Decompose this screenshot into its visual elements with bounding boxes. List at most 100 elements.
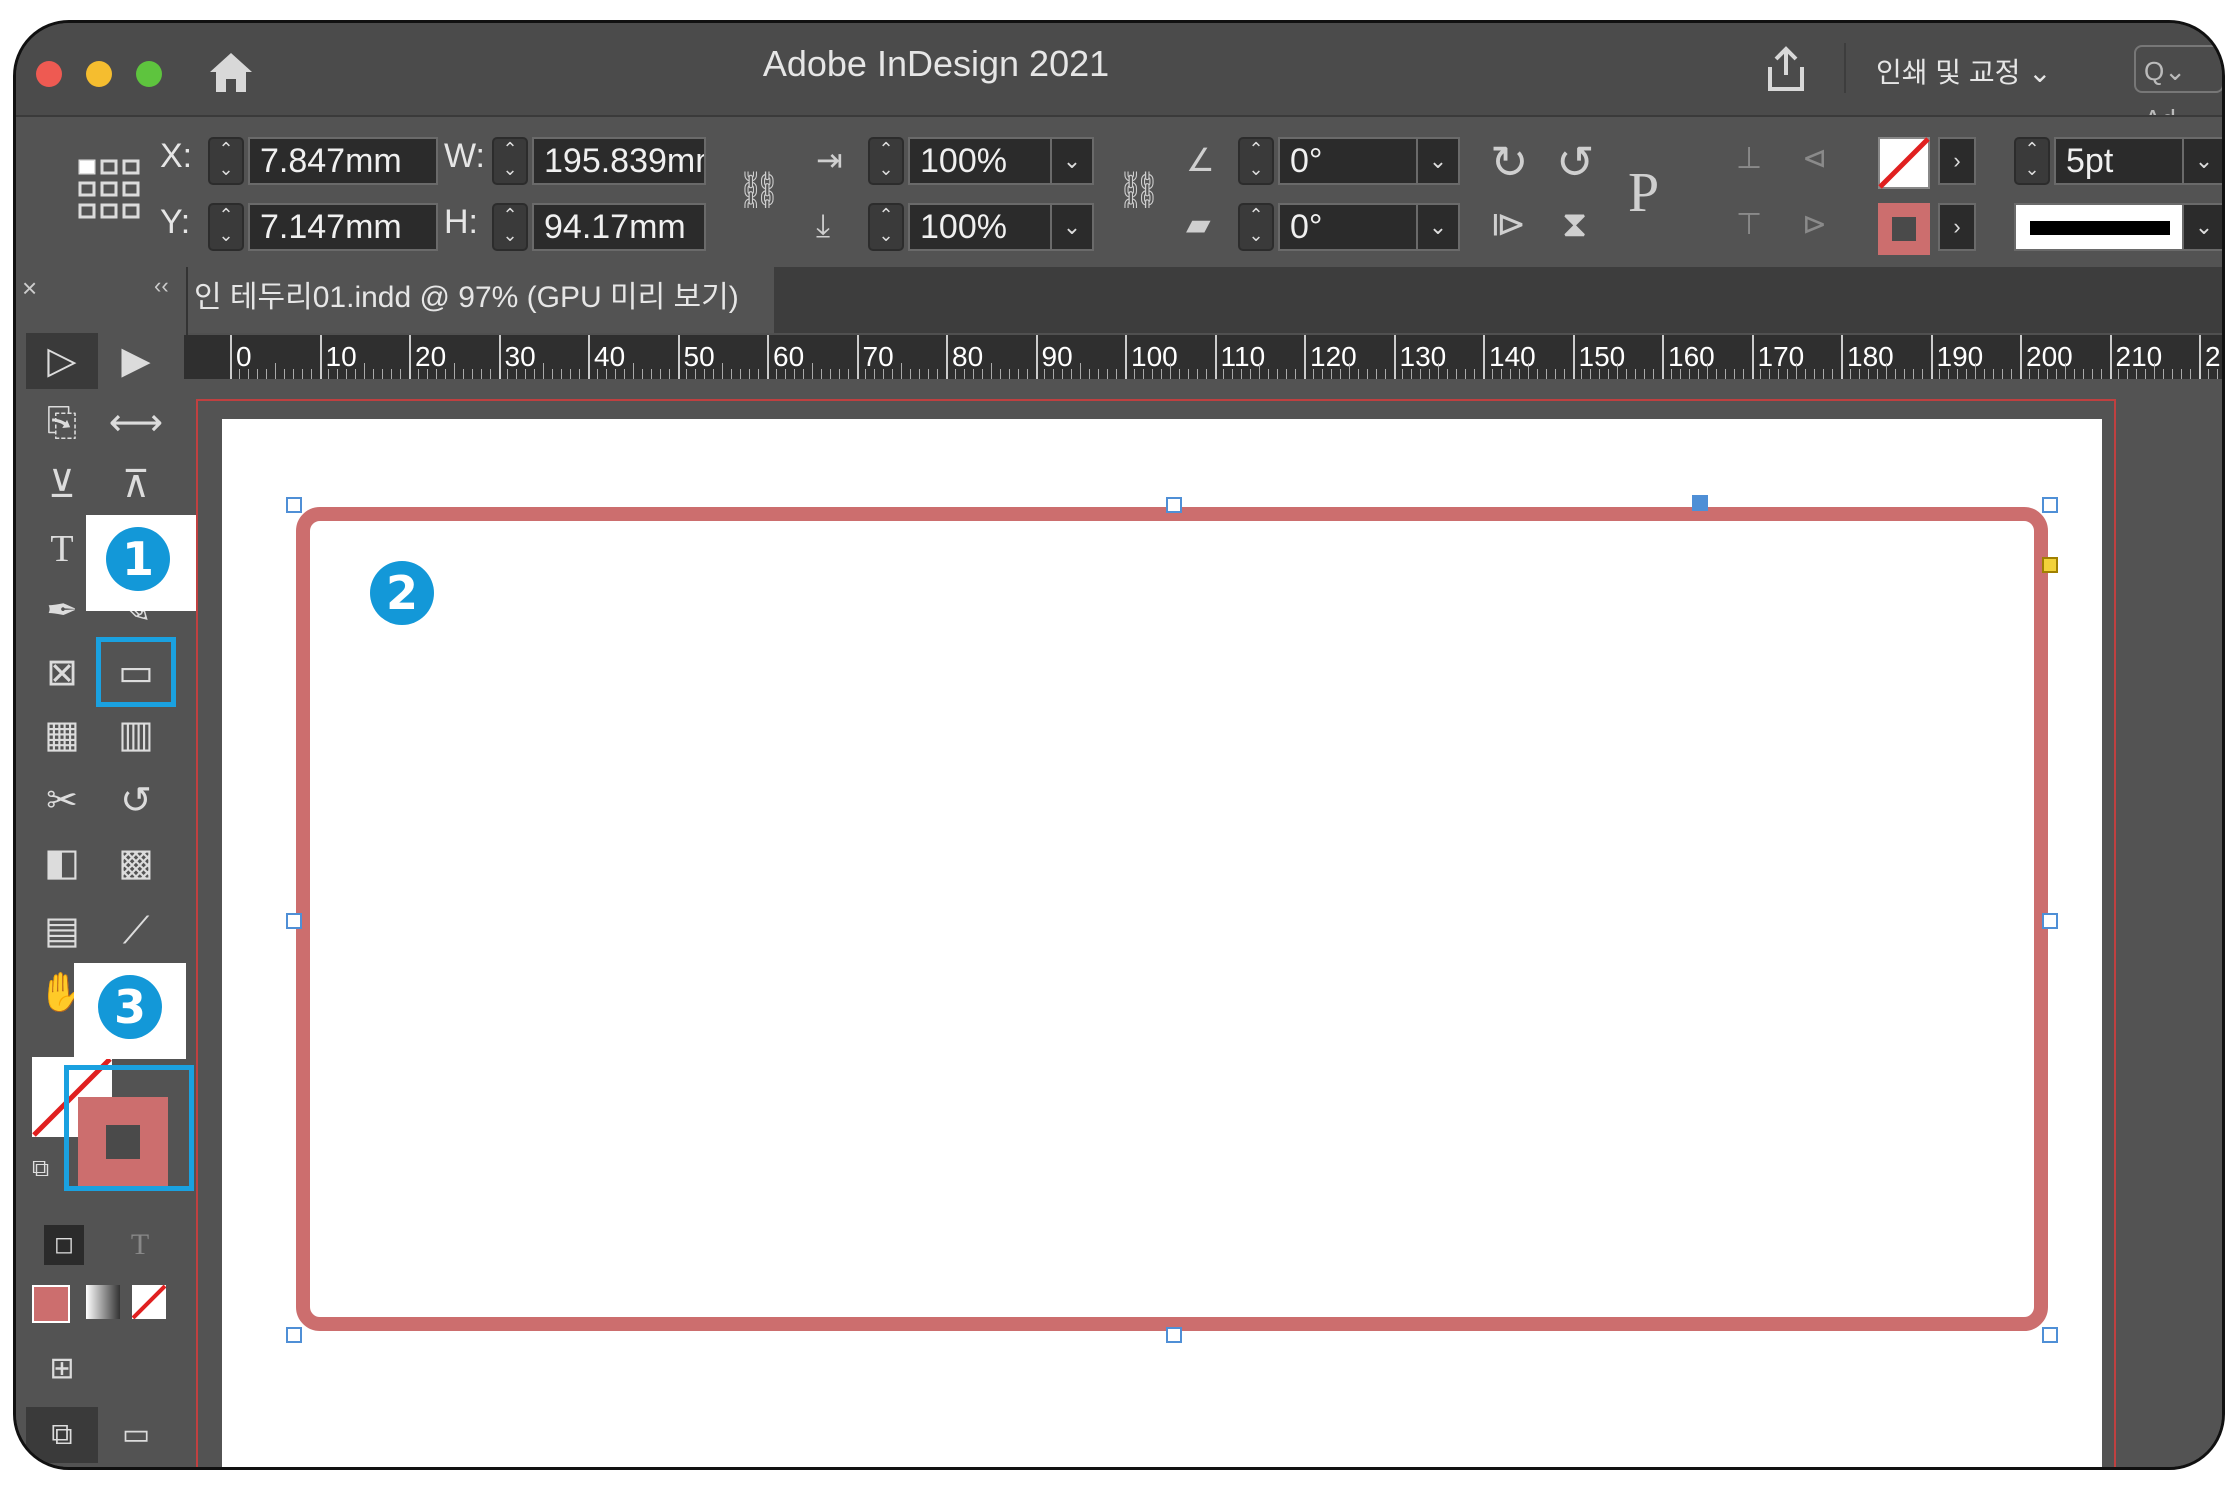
handle-bottom-middle[interactable]	[1166, 1327, 1182, 1343]
eyedropper-tool-icon[interactable]: ⟋	[106, 905, 166, 957]
ruler-minor-tick	[2091, 369, 2093, 379]
scale-x-stepper[interactable]: ⌃ ⌄	[868, 137, 904, 185]
fill-menu-button[interactable]: ›	[1938, 137, 1976, 185]
close-panel-icon[interactable]: ×	[22, 273, 37, 304]
gradient-swatch-tool-icon[interactable]: ◧	[32, 837, 92, 889]
rotation-dropdown[interactable]: ⌄	[1416, 137, 1460, 185]
shear-field[interactable]: 0°	[1278, 203, 1418, 251]
paragraph-style-icon[interactable]: P	[1628, 161, 1659, 225]
stroke-weight-field[interactable]: 5pt	[2054, 137, 2184, 185]
stroke-type-field[interactable]	[2014, 203, 2184, 251]
ruler-minor-tick	[561, 369, 563, 379]
default-fill-stroke-icon[interactable]: ⧉	[32, 1155, 49, 1183]
apply-color-icon[interactable]	[32, 1285, 70, 1323]
ruler-minor-tick	[1044, 369, 1046, 379]
gap-tool-icon[interactable]: ⟷	[106, 397, 166, 449]
grid-tool-icon[interactable]: ▥	[106, 709, 166, 761]
handle-bottom-left[interactable]	[286, 1327, 302, 1343]
page-tool-icon[interactable]: ⎘	[32, 397, 92, 449]
w-stepper[interactable]: ⌃ ⌄	[492, 137, 528, 185]
x-stepper[interactable]: ⌃ ⌄	[208, 137, 244, 185]
stroke-weight-dropdown[interactable]: ⌄	[2182, 137, 2222, 185]
stroke-swatch[interactable]	[1878, 203, 1930, 255]
handle-middle-right[interactable]	[2042, 913, 2058, 929]
share-icon[interactable]	[1764, 45, 1808, 93]
scale-y-dropdown[interactable]: ⌄	[1050, 203, 1094, 251]
type-tool-icon[interactable]: T	[32, 523, 92, 575]
flip-vertical-icon[interactable]: ⧗	[1562, 203, 1587, 246]
rotate-counterclockwise-icon[interactable]: ↺	[1556, 135, 1595, 189]
rectangle-frame-tool-icon[interactable]: ⊠	[32, 647, 92, 699]
shear-stepper[interactable]: ⌃ ⌄	[1238, 203, 1274, 251]
handle-top-middle[interactable]	[1166, 497, 1182, 513]
fill-none-swatch[interactable]	[1878, 137, 1930, 189]
h-stepper[interactable]: ⌃ ⌄	[492, 203, 528, 251]
pen-tool-icon[interactable]: ✒	[32, 585, 92, 637]
gradient-feather-tool-icon[interactable]: ▩	[106, 837, 166, 889]
control-panel: X: ⌃ ⌄ 7.847mm Y: ⌃ ⌄ 7.147mm W: ⌃ ⌄ 195.83…	[16, 115, 2222, 269]
stroke-menu-button[interactable]: ›	[1938, 203, 1976, 251]
ruler-minor-tick	[990, 363, 992, 379]
apply-gradient-icon[interactable]	[86, 1285, 120, 1319]
screen-mode-icon[interactable]: ⊞	[32, 1343, 92, 1395]
content-grabber-handle[interactable]	[1692, 495, 1708, 511]
x-field[interactable]: 7.847mm	[248, 137, 438, 185]
ruler-minor-tick	[1581, 369, 1583, 379]
selection-tool-icon[interactable]: ▷	[32, 335, 92, 387]
h-field[interactable]: 94.17mm	[532, 203, 706, 251]
normal-view-icon[interactable]: ⧉	[32, 1409, 92, 1461]
constrain-proportions-icon[interactable]: ⛓	[736, 169, 782, 211]
ruler-minor-tick	[605, 369, 607, 379]
preview-view-icon[interactable]: ▭	[106, 1409, 166, 1461]
scissors-tool-icon[interactable]: ✂	[32, 775, 92, 827]
handle-bottom-right[interactable]	[2042, 1327, 2058, 1343]
constrain-scale-icon[interactable]: ⛓	[1116, 169, 1162, 211]
w-field[interactable]: 195.839mm	[532, 137, 706, 185]
select-content-icon[interactable]: ⊤	[1736, 207, 1762, 242]
stroke-type-dropdown[interactable]: ⌄	[2182, 203, 2222, 251]
y-field[interactable]: 7.147mm	[248, 203, 438, 251]
stroke-weight-stepper[interactable]: ⌃ ⌄	[2014, 137, 2050, 185]
flip-horizontal-icon[interactable]: ⧐	[1490, 203, 1526, 245]
handle-top-right[interactable]	[2042, 497, 2058, 513]
ruler-minor-tick	[1635, 369, 1637, 379]
rotate-tool-icon[interactable]: ↺	[106, 775, 166, 827]
document-tab[interactable]: 인 테두리01.indd @ 97% (GPU 미리 보기)	[184, 267, 774, 333]
handle-top-left[interactable]	[286, 497, 302, 513]
scale-x-dropdown[interactable]: ⌄	[1050, 137, 1094, 185]
apply-none-icon[interactable]	[132, 1285, 166, 1319]
select-previous-icon[interactable]: ⊲	[1802, 141, 1827, 176]
ruler-minor-tick	[2216, 369, 2218, 379]
shear-dropdown[interactable]: ⌄	[1416, 203, 1460, 251]
search-field[interactable]: Q⌄ Ad	[2134, 45, 2222, 134]
ruler-minor-tick	[1026, 369, 1028, 379]
formatting-text-icon[interactable]: T	[110, 1219, 170, 1271]
formatting-container-icon[interactable]: ◻	[44, 1225, 84, 1265]
selected-rectangle-frame[interactable]	[296, 507, 2048, 1331]
y-stepper[interactable]: ⌃ ⌄	[208, 203, 244, 251]
table-tool-icon[interactable]: ▦	[32, 709, 92, 761]
scale-y-field[interactable]: 100%	[908, 203, 1052, 251]
ruler-minor-tick	[1250, 369, 1252, 379]
collapse-panel-icon[interactable]: ‹‹	[154, 273, 169, 299]
select-next-icon[interactable]: ⊳	[1802, 207, 1827, 242]
handle-middle-left[interactable]	[286, 913, 302, 929]
content-placer-icon[interactable]: ⊼	[106, 459, 166, 511]
rotate-clockwise-icon[interactable]: ↻	[1490, 135, 1529, 189]
scale-y-stepper[interactable]: ⌃ ⌄	[868, 203, 904, 251]
ruler-label: 60	[773, 341, 805, 372]
reference-point-icon[interactable]	[76, 157, 142, 223]
content-collector-icon[interactable]: ⊻	[32, 459, 92, 511]
note-tool-icon[interactable]: ▤	[32, 905, 92, 957]
ruler-minor-tick	[1832, 369, 1834, 379]
rotation-stepper[interactable]: ⌃ ⌄	[1238, 137, 1274, 185]
scale-x-field[interactable]: 100%	[908, 137, 1052, 185]
stroke-type-preview	[2030, 221, 2170, 235]
ruler-minor-tick	[1518, 369, 1520, 379]
direct-selection-tool-icon[interactable]: ▶	[106, 335, 166, 387]
ruler-minor-tick	[2207, 369, 2209, 379]
workspace-switcher[interactable]: 인쇄 및 교정 ⌄	[1876, 51, 2052, 91]
live-corner-handle[interactable]	[2042, 557, 2058, 573]
rotation-field[interactable]: 0°	[1278, 137, 1418, 185]
select-container-icon[interactable]: ⊥	[1736, 141, 1762, 176]
